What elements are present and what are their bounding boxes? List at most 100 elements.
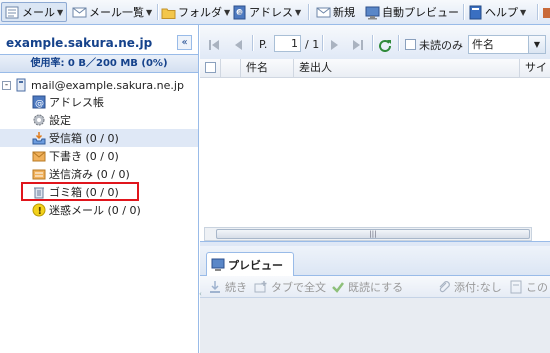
mail-icon bbox=[5, 5, 20, 20]
mail-list-icon bbox=[72, 5, 87, 20]
mail-menu-button[interactable]: メール ▼ bbox=[1, 2, 67, 22]
paperclip-icon bbox=[437, 280, 451, 294]
chevron-down-icon: ▼ bbox=[57, 7, 64, 17]
tree-root-label: mail@example.sakura.ne.jp bbox=[31, 78, 184, 92]
preview-toolbar: 続き タブで全文 既読にする 添付:なし この bbox=[200, 276, 550, 298]
page-number-input[interactable]: 1 bbox=[274, 35, 301, 52]
auto-preview-button[interactable]: 自動プレビュー bbox=[365, 2, 459, 22]
settings-gear-icon bbox=[32, 113, 46, 127]
pager-separator bbox=[322, 35, 324, 51]
paging-toolbar: P. 1 / 1 未読のみ 件名 ▼ bbox=[200, 25, 550, 62]
preview-body bbox=[200, 298, 550, 353]
mail-menu-label: メール bbox=[22, 6, 55, 19]
horizontal-scrollbar[interactable]: ||| bbox=[204, 227, 532, 241]
scrollbar-thumb[interactable]: ||| bbox=[216, 229, 530, 239]
svg-text:!: ! bbox=[38, 206, 43, 217]
download-arrow-icon bbox=[208, 280, 222, 294]
toolbar-separator bbox=[157, 4, 159, 20]
new-mail-icon bbox=[316, 5, 331, 20]
folder-icon bbox=[161, 5, 176, 20]
document-icon bbox=[509, 280, 523, 294]
new-tab-icon bbox=[254, 280, 268, 294]
tree-item-inbox[interactable]: 受信箱 (0 / 0) bbox=[0, 129, 198, 147]
help-menu-label: ヘルプ bbox=[485, 6, 518, 19]
refresh-icon[interactable] bbox=[378, 37, 392, 52]
tree-item-spam[interactable]: ! 迷惑メール (0 / 0) bbox=[32, 201, 141, 219]
preview-tabbar: プレビュー bbox=[200, 246, 550, 276]
chevron-down-icon: ▼ bbox=[520, 7, 527, 17]
continue-button[interactable]: 続き bbox=[208, 279, 247, 295]
column-subject[interactable]: 件名 bbox=[241, 59, 294, 77]
folder-menu-label: フォルダ bbox=[178, 6, 222, 19]
collapse-toggle-icon[interactable]: - bbox=[2, 80, 11, 90]
tree-item-settings[interactable]: 設定 bbox=[32, 111, 71, 129]
drafts-icon bbox=[32, 149, 46, 163]
mail-list-panel: P. 1 / 1 未読のみ 件名 ▼ 件名 差出人 サイズ bbox=[200, 25, 550, 353]
folder-menu-button[interactable]: フォルダ ▼ bbox=[161, 2, 230, 22]
folder-panel-header: example.sakura.ne.jp « bbox=[0, 33, 199, 55]
new-mail-label: 新規 bbox=[333, 6, 355, 19]
first-page-icon[interactable] bbox=[208, 37, 220, 52]
more-icon bbox=[542, 5, 550, 20]
chevron-down-icon: ▼ bbox=[528, 36, 545, 53]
address-book-icon: @ bbox=[32, 95, 46, 109]
tree-item-address-book[interactable]: @ アドレス帳 bbox=[32, 93, 104, 111]
mail-list-menu-label: メール一覧 bbox=[89, 6, 144, 19]
mail-list-menu-button[interactable]: メール一覧 ▼ bbox=[72, 2, 152, 22]
help-menu-button[interactable]: ヘルプ ▼ bbox=[468, 2, 526, 22]
tree-item-label: 設定 bbox=[49, 114, 71, 127]
page-total: / 1 bbox=[305, 38, 320, 51]
this-mail-button[interactable]: この bbox=[509, 279, 548, 295]
select-all-column[interactable] bbox=[200, 59, 221, 77]
column-sender[interactable]: 差出人 bbox=[294, 59, 520, 77]
account-server-icon bbox=[14, 78, 28, 92]
this-mail-label: この bbox=[526, 281, 548, 294]
toolbar-separator bbox=[537, 4, 539, 20]
tree-item-label: 下書き (0 / 0) bbox=[49, 150, 119, 163]
mark-read-button[interactable]: 既読にする bbox=[331, 279, 403, 295]
open-in-tab-button[interactable]: タブで全文 bbox=[254, 279, 326, 295]
help-book-icon bbox=[468, 5, 483, 20]
account-title: example.sakura.ne.jp bbox=[6, 36, 153, 50]
monitor-icon bbox=[365, 5, 380, 20]
tree-root-account[interactable]: - mail@example.sakura.ne.jp bbox=[2, 76, 184, 94]
new-mail-button[interactable]: 新規 bbox=[316, 2, 355, 22]
tree-item-label: 迷惑メール (0 / 0) bbox=[49, 204, 141, 217]
chevron-down-icon: ▼ bbox=[146, 7, 153, 17]
sent-icon bbox=[32, 167, 46, 181]
last-page-icon[interactable] bbox=[352, 37, 364, 52]
attachment-label: 添付:なし bbox=[454, 281, 502, 294]
pager-separator bbox=[398, 35, 400, 51]
tree-item-drafts[interactable]: 下書き (0 / 0) bbox=[32, 147, 119, 165]
unread-only-checkbox[interactable]: 未読のみ bbox=[405, 37, 463, 52]
pager-separator bbox=[372, 35, 374, 51]
toolbar-overflow-button[interactable] bbox=[542, 2, 550, 22]
select-all-checkbox[interactable] bbox=[205, 62, 216, 73]
address-menu-button[interactable]: @ アドレス ▼ bbox=[232, 2, 301, 22]
svg-text:@: @ bbox=[35, 99, 44, 109]
toolbar-separator bbox=[463, 4, 465, 20]
open-in-tab-label: タブで全文 bbox=[271, 281, 326, 294]
search-field-select[interactable]: 件名 ▼ bbox=[468, 35, 546, 54]
flag-column[interactable] bbox=[221, 59, 241, 77]
panel-resize-grip[interactable]: ‹ bbox=[199, 290, 202, 305]
collapse-panel-button[interactable]: « bbox=[177, 35, 192, 50]
svg-text:@: @ bbox=[238, 10, 243, 16]
tree-item-label: アドレス帳 bbox=[49, 96, 104, 109]
main-toolbar: メール ▼ メール一覧 ▼ フォルダ ▼ @ アドレス ▼ 新規 自動プレビュー bbox=[0, 0, 550, 25]
search-field-value: 件名 bbox=[472, 38, 494, 51]
tree-item-label: 受信箱 (0 / 0) bbox=[49, 132, 119, 145]
next-page-icon[interactable] bbox=[328, 37, 340, 52]
auto-preview-label: 自動プレビュー bbox=[382, 6, 459, 19]
continue-label: 続き bbox=[225, 281, 247, 294]
tab-preview[interactable]: プレビュー bbox=[206, 252, 294, 276]
storage-usage: 使用率: 0 B／200 MB (0%) bbox=[0, 54, 198, 73]
attachment-status: 添付:なし bbox=[437, 279, 502, 295]
column-size[interactable]: サイズ bbox=[520, 59, 550, 92]
inbox-icon bbox=[32, 131, 46, 145]
mail-grid-header: 件名 差出人 サイズ bbox=[200, 59, 550, 92]
prev-page-icon[interactable] bbox=[233, 37, 245, 52]
tree-item-sent[interactable]: 送信済み (0 / 0) bbox=[32, 165, 130, 183]
spam-icon: ! bbox=[32, 203, 46, 217]
unread-only-label: 未読のみ bbox=[419, 38, 463, 52]
